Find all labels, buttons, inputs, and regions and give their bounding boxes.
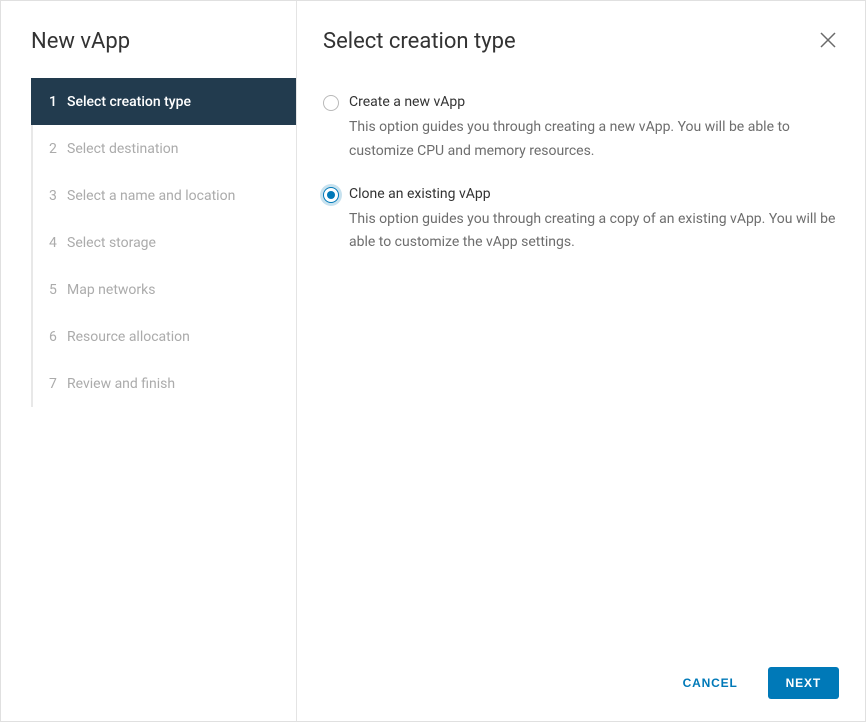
wizard-sidebar: New vApp 1 Select creation type 2 Select… [1,1,297,721]
option-label: Clone an existing vApp [349,186,839,202]
radio-icon[interactable] [323,187,339,203]
radio-icon[interactable] [323,95,339,111]
step-select-storage[interactable]: 4 Select storage [33,219,296,266]
wizard-title: New vApp [1,29,296,78]
wizard-footer: CANCEL NEXT [667,667,839,699]
option-label: Create a new vApp [349,94,839,110]
step-number: 7 [49,376,67,392]
next-button[interactable]: NEXT [768,667,839,699]
step-label: Review and finish [67,376,175,392]
cancel-button[interactable]: CANCEL [667,667,754,699]
close-icon[interactable] [817,29,839,54]
option-description: This option guides you through creating … [349,208,839,256]
step-label: Select destination [67,141,179,157]
wizard-steps: 1 Select creation type 2 Select destinat… [31,78,296,407]
page-title: Select creation type [323,29,516,54]
step-map-networks[interactable]: 5 Map networks [33,266,296,313]
option-create-new-vapp[interactable]: Create a new vApp This option guides you… [323,94,839,164]
step-select-name-location[interactable]: 3 Select a name and location [33,172,296,219]
step-resource-allocation[interactable]: 6 Resource allocation [33,313,296,360]
wizard-dialog: New vApp 1 Select creation type 2 Select… [0,0,866,722]
step-label: Select creation type [67,94,191,110]
step-label: Select a name and location [67,188,235,204]
step-number: 3 [49,188,67,204]
step-label: Select storage [67,235,156,251]
step-label: Resource allocation [67,329,190,345]
step-number: 2 [49,141,67,157]
step-number: 1 [49,94,67,110]
step-number: 4 [49,235,67,251]
step-number: 5 [49,282,67,298]
step-select-creation-type[interactable]: 1 Select creation type [31,78,296,125]
step-label: Map networks [67,282,155,298]
wizard-main: Select creation type Create a new vApp T… [297,1,865,721]
step-review-finish[interactable]: 7 Review and finish [33,360,296,407]
main-header: Select creation type [323,29,839,54]
step-select-destination[interactable]: 2 Select destination [33,125,296,172]
step-number: 6 [49,329,67,345]
option-text: Clone an existing vApp This option guide… [349,186,839,256]
option-clone-existing-vapp[interactable]: Clone an existing vApp This option guide… [323,186,839,256]
option-text: Create a new vApp This option guides you… [349,94,839,164]
option-description: This option guides you through creating … [349,116,839,164]
